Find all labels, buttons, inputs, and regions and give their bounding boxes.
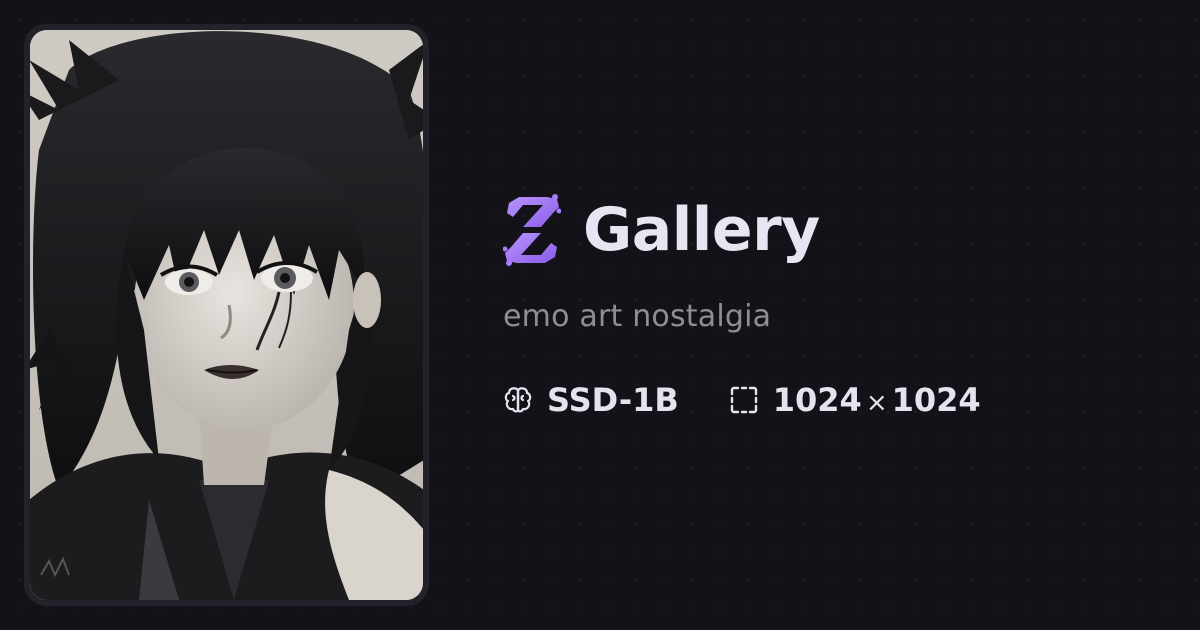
size-label: 1024 × 1024	[773, 384, 981, 416]
size-height: 1024	[891, 381, 981, 419]
size-separator: ×	[865, 388, 888, 418]
page-title: Gallery	[583, 195, 820, 265]
gallery-logo-icon	[503, 193, 561, 267]
brain-icon	[503, 385, 533, 415]
artwork-card[interactable]	[24, 24, 429, 606]
title-row: Gallery	[503, 190, 1183, 270]
info-panel: Gallery emo art nostalgia SSD-1B 1024 × …	[503, 190, 1183, 416]
og-card: Gallery emo art nostalgia SSD-1B 1024 × …	[0, 0, 1200, 630]
dashed-square-icon	[729, 385, 759, 415]
size-meta: 1024 × 1024	[729, 384, 981, 416]
portrait-illustration	[30, 30, 423, 600]
model-label: SSD-1B	[547, 381, 679, 419]
size-width: 1024	[772, 381, 862, 419]
prompt-text: emo art nostalgia	[503, 299, 772, 334]
meta-row: SSD-1B 1024 × 1024	[503, 384, 1183, 416]
artwork-image[interactable]	[30, 30, 423, 600]
model-meta: SSD-1B	[503, 384, 679, 416]
